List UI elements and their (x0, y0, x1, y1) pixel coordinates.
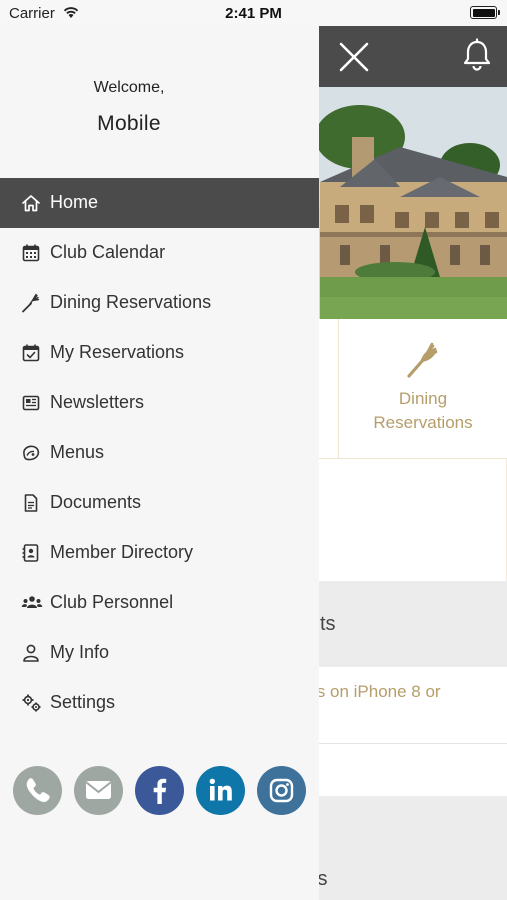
steak-icon (21, 443, 41, 463)
email-button[interactable] (74, 766, 123, 815)
facebook-icon (153, 778, 167, 804)
drawer-menu: Home Club Calendar Dining Reservations M… (0, 178, 319, 728)
menu-item-label: Club Calendar (50, 242, 166, 262)
menu-item-club-personnel[interactable]: Club Personnel (0, 578, 319, 628)
menu-item-label: Member Directory (50, 542, 194, 562)
calendar-icon (21, 243, 41, 263)
menu-item-documents[interactable]: Documents (0, 478, 319, 528)
home-icon (21, 193, 41, 213)
bell-icon (463, 38, 491, 71)
section-heading-a: ts (320, 613, 336, 635)
menu-item-club-calendar[interactable]: Club Calendar (0, 228, 319, 278)
menu-item-dining-reservations[interactable]: Dining Reservations (0, 278, 319, 328)
menu-item-label: Dining Reservations (50, 292, 212, 312)
menu-item-newsletters[interactable]: Newsletters (0, 378, 319, 428)
facebook-button[interactable] (135, 766, 184, 815)
status-bar: Carrier 2:41 PM (0, 0, 507, 26)
close-icon (339, 42, 369, 72)
battery-icon (470, 6, 500, 19)
menu-item-member-directory[interactable]: Member Directory (0, 528, 319, 578)
menu-item-label: Documents (50, 492, 142, 512)
username: Mobile (97, 112, 161, 135)
user-icon (21, 643, 41, 663)
menu-item-my-info[interactable]: My Info (0, 628, 319, 678)
instagram-icon (269, 778, 294, 803)
menu-item-settings[interactable]: Settings (0, 678, 319, 728)
linkedin-icon (209, 778, 232, 801)
news-item-text: is on iPhone 8 or (313, 682, 441, 701)
social-links (13, 766, 313, 816)
menu-item-home[interactable]: Home (0, 178, 319, 228)
linkedin-button[interactable] (196, 766, 245, 815)
menu-item-label: Newsletters (50, 392, 145, 412)
document-icon (21, 493, 41, 513)
email-icon (85, 781, 112, 799)
menu-item-my-reservations[interactable]: My Reservations (0, 328, 319, 378)
phone-button[interactable] (13, 766, 62, 815)
menu-item-label: Home (50, 192, 99, 212)
fork-icon (21, 293, 41, 313)
menu-item-label: Menus (50, 442, 105, 462)
gears-icon (21, 693, 41, 713)
instagram-button[interactable] (257, 766, 306, 815)
calendar-check-icon (21, 343, 41, 363)
dining-tile-label-2: Reservations (373, 413, 473, 432)
newspaper-icon (21, 393, 41, 413)
menu-item-label: Settings (50, 692, 116, 712)
dining-reservations-tile[interactable]: Dining Reservations (339, 319, 507, 459)
dining-tile-label-1: Dining (398, 389, 448, 408)
menu-item-label: Club Personnel (50, 592, 174, 612)
phone-icon (26, 778, 50, 802)
notifications-button[interactable] (461, 38, 493, 72)
clock: 2:41 PM (225, 5, 282, 22)
navigation-drawer: Welcome, Mobile Home Club Calendar Dinin… (0, 26, 319, 900)
fork-icon (405, 341, 441, 379)
users-icon (21, 593, 43, 613)
welcome-label: Welcome, (93, 79, 165, 96)
menu-item-label: My Reservations (50, 342, 185, 362)
menu-item-menus[interactable]: Menus (0, 428, 319, 478)
menu-item-label: My Info (50, 642, 110, 662)
contact-book-icon (21, 543, 41, 563)
close-drawer-button[interactable] (336, 39, 372, 75)
